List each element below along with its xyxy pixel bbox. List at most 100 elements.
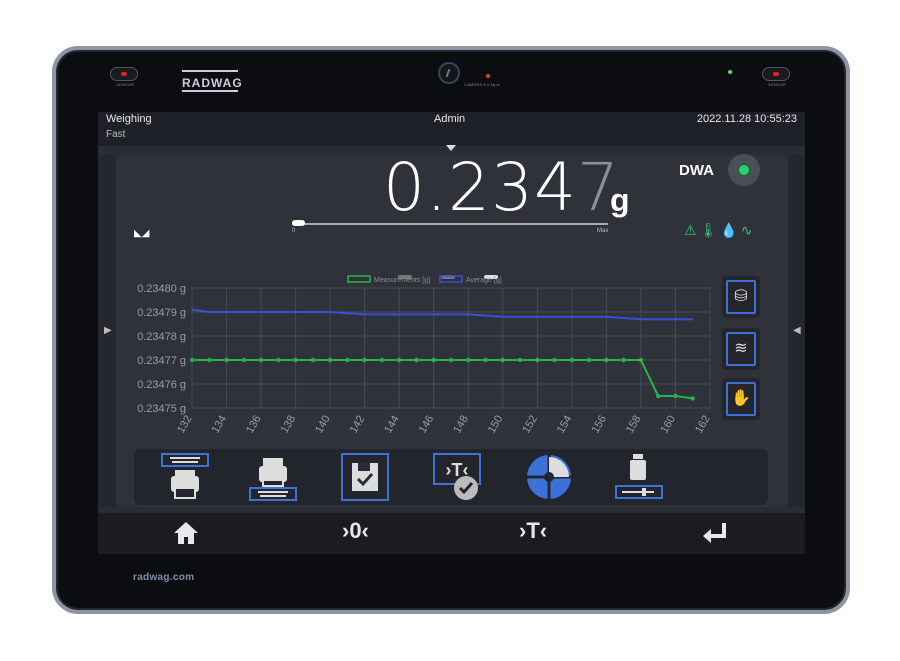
status-icons: ⚠🌡💧∿ [684,222,756,239]
user-label[interactable]: Admin [434,113,465,125]
measurement-point [431,357,436,363]
weight-unit[interactable]: g [610,182,630,219]
measurement-point [586,357,592,363]
measurement-point [552,357,557,363]
measurement-point [293,357,298,363]
right-panel-handle[interactable]: ◀ [788,155,805,507]
chart-plot-area [191,287,711,409]
y-tick-label: 0.23478 g [137,331,186,343]
y-tick-label: 0.23480 g [137,283,186,295]
x-tick-label: 134 [210,414,230,436]
print-header-icon [161,453,209,499]
measurement-point [448,357,454,363]
measurement-point [258,357,264,363]
measurement-point [276,357,281,363]
dwa-indicator-icon[interactable] [728,154,760,186]
measurement-point [569,357,575,363]
x-tick-label: 158 [624,414,644,436]
thermometer-icon: 🌡 [699,222,721,238]
x-tick-label: 146 [417,414,437,436]
measurement-point [362,357,367,363]
program-dial-button[interactable] [524,452,574,502]
tare-button[interactable]: ›T‹ [519,518,547,544]
weight-database-icon: ⛁ [726,280,756,314]
chevron-left-icon: ◀ [793,325,801,336]
program-dial-icon [527,455,571,499]
submode-label: Fast [106,129,126,140]
x-tick-label: 142 [348,414,368,436]
touch-screen: Weighing Fast Admin 2022.11.28 10:55:23 … [98,112,805,554]
legend-label: Average [g] [466,277,502,284]
brand-logo: RADWAG [182,70,242,92]
measurement-point [621,357,626,363]
right-sensor-label: SENSOR [768,82,787,87]
stability-icon: ◣◢ [134,228,150,239]
vibration-icon: ∿ [740,222,756,238]
x-tick-label: 150 [486,414,506,436]
measurement-point [327,357,333,363]
x-tick-label: 160 [658,414,678,436]
weight-settings-button[interactable] [614,452,664,502]
camera-icon [438,62,460,84]
y-tick-label: 0.23476 g [137,379,186,391]
side-button-proximity[interactable]: ✋ [722,378,760,420]
legend-swatch [347,275,371,283]
save-record-icon [341,453,389,501]
measurement-point [500,357,505,363]
camera-label: CAMERA 8.0 Mpix [464,82,501,87]
print-footer-button[interactable] [248,452,298,502]
measurement-point [466,357,471,363]
legend-label: Measurements [g] [374,277,430,284]
bottom-nav: ›0‹ ›T‹ [98,513,805,554]
weight-settings-icon [615,454,663,499]
measurement-point [656,393,661,399]
left-sensor-icon [110,67,138,81]
measurement-point [414,357,419,363]
level-icon: ⚠ [684,222,700,238]
weight-readout: 0.2347 [383,148,620,228]
measurement-point [673,393,678,399]
legend-swatch [439,275,463,283]
camera-led [486,74,490,78]
x-tick-label: 144 [382,414,402,436]
range-fill [292,220,305,226]
x-tick-label: 148 [451,414,471,436]
measurement-point [397,357,402,363]
measurement-point [483,357,488,363]
home-icon [174,522,198,544]
y-tick-label: 0.23479 g [137,307,186,319]
range-bar [292,220,608,226]
zero-button[interactable]: ›0‹ [342,518,369,544]
right-sensor-icon [762,67,790,81]
humidity-icon: 💧 [720,222,741,238]
measurement-point [535,357,540,363]
mode-label[interactable]: Weighing [106,113,152,125]
enter-button[interactable] [701,520,729,552]
measurement-point [310,357,316,363]
range-min: 0 [292,228,296,234]
power-led [728,70,732,74]
website-label: radwag.com [133,572,195,583]
measurement-point [690,396,695,401]
x-tick-label: 138 [279,414,299,436]
top-status-bar: Weighing Fast Admin 2022.11.28 10:55:23 [98,112,805,146]
temperature-icon: ≋ [726,332,756,366]
left-sensor-label: SENSOR [116,82,135,87]
weight-value: 0.234 [383,149,577,226]
print-header-button[interactable] [160,452,210,502]
side-button-weight-db[interactable]: ⛁ [722,276,760,318]
measurement-point [241,357,246,363]
side-button-temperature[interactable]: ≋ [722,328,760,370]
dwa-label: DWA [679,162,714,179]
home-button[interactable] [172,520,200,552]
print-footer-icon [249,458,297,501]
save-record-button[interactable] [340,452,390,502]
x-tick-label: 136 [244,414,264,436]
y-tick-label: 0.23475 g [137,403,186,415]
function-toolbar: ›T‹ [134,449,768,505]
x-tick-label: 140 [313,414,333,436]
measurement-point [638,357,644,363]
measurement-point [604,357,609,363]
tare-confirm-button[interactable]: ›T‹ [432,452,482,502]
measurement-point [207,357,212,363]
